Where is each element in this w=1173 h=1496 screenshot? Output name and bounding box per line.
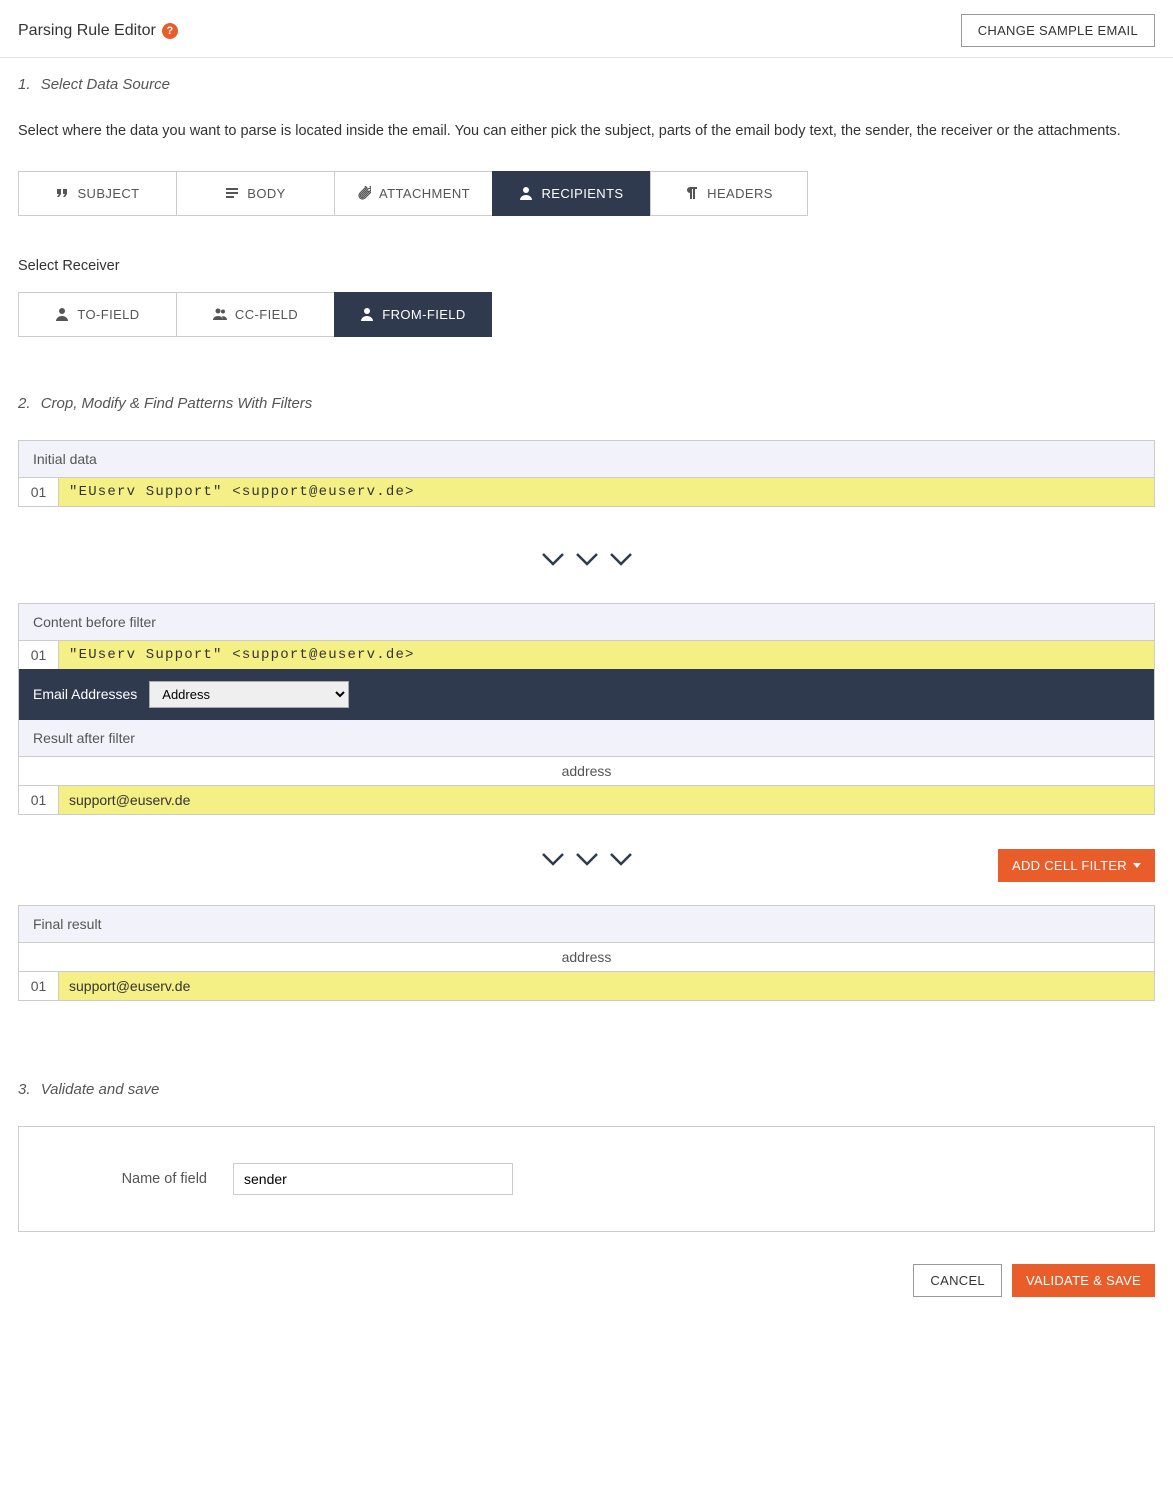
row-value: "EUserv Support" <support@euserv.de> xyxy=(59,641,1154,669)
tab-subject-label: SUBJECT xyxy=(77,186,139,201)
filter-name: Email Addresses xyxy=(33,686,137,702)
after-filter-panel: Result after filter address 01 support@e… xyxy=(18,720,1155,815)
cancel-button[interactable]: CANCEL xyxy=(913,1264,1002,1297)
before-filter-panel: Content before filter 01 "EUserv Support… xyxy=(18,603,1155,669)
row-value: "EUserv Support" <support@euserv.de> xyxy=(59,478,1154,506)
add-filter-row: ADD CELL FILTER xyxy=(18,823,1155,905)
row-value: support@euserv.de xyxy=(59,786,1154,814)
user-icon xyxy=(55,307,69,321)
footer-buttons: CANCEL VALIDATE & SAVE xyxy=(0,1250,1173,1325)
tab-body-label: BODY xyxy=(247,186,285,201)
row-value: support@euserv.de xyxy=(59,972,1154,1000)
step-1-label: Select Data Source xyxy=(41,76,170,93)
tab-subject[interactable]: SUBJECT xyxy=(18,171,176,216)
change-sample-email-button[interactable]: CHANGE SAMPLE EMAIL xyxy=(961,14,1155,47)
step-1-title: 1. Select Data Source xyxy=(18,76,1155,93)
chevron-down-icon xyxy=(542,553,564,567)
help-icon[interactable]: ? xyxy=(162,23,178,39)
step-2-num: 2. xyxy=(18,395,31,412)
validate-box: Name of field xyxy=(18,1126,1155,1232)
filter-part-select[interactable]: Address xyxy=(149,681,349,708)
row-number: 01 xyxy=(19,641,59,669)
tab-from-label: FROM-FIELD xyxy=(382,307,465,322)
tab-recipients-label: RECIPIENTS xyxy=(541,186,623,201)
caret-down-icon xyxy=(1133,863,1141,868)
paperclip-icon xyxy=(357,186,371,200)
tab-to-label: TO-FIELD xyxy=(77,307,139,322)
chevron-down-icon xyxy=(610,553,632,567)
tab-from-field[interactable]: FROM-FIELD xyxy=(334,292,492,337)
add-cell-filter-label: ADD CELL FILTER xyxy=(1012,858,1127,873)
tab-headers-label: HEADERS xyxy=(707,186,773,201)
page-title-text: Parsing Rule Editor xyxy=(18,22,156,40)
step-3-num: 3. xyxy=(18,1081,31,1098)
validate-save-label: VALIDATE & SAVE xyxy=(1026,1273,1141,1288)
page-title: Parsing Rule Editor ? xyxy=(18,22,178,40)
chevron-down-icon xyxy=(610,853,632,867)
chevron-down-icon xyxy=(576,553,598,567)
tab-headers[interactable]: HEADERS xyxy=(650,171,808,216)
tab-attachment-label: ATTACHMENT xyxy=(379,186,470,201)
initial-data-row: 01 "EUserv Support" <support@euserv.de> xyxy=(19,478,1154,506)
header-bar: Parsing Rule Editor ? CHANGE SAMPLE EMAI… xyxy=(0,0,1173,58)
select-receiver-label: Select Receiver xyxy=(18,258,1155,274)
step-3-section: 3. Validate and save Name of field xyxy=(0,1063,1173,1250)
flow-separator xyxy=(18,515,1155,603)
validate-save-button[interactable]: VALIDATE & SAVE xyxy=(1012,1264,1155,1297)
tab-cc-field[interactable]: CC-FIELD xyxy=(176,292,334,337)
lines-icon xyxy=(225,186,239,200)
user-icon xyxy=(360,307,374,321)
step-1-section: 1. Select Data Source Select where the d… xyxy=(0,58,1173,365)
row-number: 01 xyxy=(19,478,59,506)
final-result-head: Final result xyxy=(19,906,1154,943)
step-2-section: 2. Crop, Modify & Find Patterns With Fil… xyxy=(0,365,1173,1027)
column-header: address xyxy=(19,757,1154,786)
row-number: 01 xyxy=(19,972,59,1000)
before-filter-row: 01 "EUserv Support" <support@euserv.de> xyxy=(19,641,1154,669)
quote-icon xyxy=(55,186,69,200)
tab-cc-label: CC-FIELD xyxy=(235,307,298,322)
row-number: 01 xyxy=(19,786,59,814)
final-result-row: 01 support@euserv.de xyxy=(19,972,1154,1000)
after-filter-row: 01 support@euserv.de xyxy=(19,786,1154,814)
step-2-title: 2. Crop, Modify & Find Patterns With Fil… xyxy=(18,395,1155,412)
step-1-num: 1. xyxy=(18,76,31,93)
add-cell-filter-button[interactable]: ADD CELL FILTER xyxy=(998,849,1155,882)
receiver-tabs: TO-FIELD CC-FIELD FROM-FIELD xyxy=(18,292,1155,337)
tab-to-field[interactable]: TO-FIELD xyxy=(18,292,176,337)
name-of-field-label: Name of field xyxy=(37,1171,217,1187)
step-3-title: 3. Validate and save xyxy=(18,1081,1155,1098)
field-name-input[interactable] xyxy=(233,1163,513,1195)
users-icon xyxy=(213,307,227,321)
filter-bar: Email Addresses Address xyxy=(18,669,1155,720)
step-1-description: Select where the data you want to parse … xyxy=(18,121,1155,143)
final-result-panel: Final result address 01 support@euserv.d… xyxy=(18,905,1155,1001)
tab-body[interactable]: BODY xyxy=(176,171,334,216)
chevron-down-icon xyxy=(576,853,598,867)
user-icon xyxy=(519,186,533,200)
pilcrow-icon xyxy=(685,186,699,200)
initial-data-head: Initial data xyxy=(19,441,1154,478)
chevron-down-icon xyxy=(542,853,564,867)
data-source-tabs: SUBJECT BODY ATTACHMENT RECIPIENTS HEADE… xyxy=(18,171,1155,216)
column-header: address xyxy=(19,943,1154,972)
step-3-label: Validate and save xyxy=(41,1081,160,1098)
step-2-label: Crop, Modify & Find Patterns With Filter… xyxy=(41,395,313,412)
initial-data-panel: Initial data 01 "EUserv Support" <suppor… xyxy=(18,440,1155,507)
after-filter-head: Result after filter xyxy=(19,720,1154,757)
tab-recipients[interactable]: RECIPIENTS xyxy=(492,171,650,216)
tab-attachment[interactable]: ATTACHMENT xyxy=(334,171,492,216)
before-filter-head: Content before filter xyxy=(19,604,1154,641)
